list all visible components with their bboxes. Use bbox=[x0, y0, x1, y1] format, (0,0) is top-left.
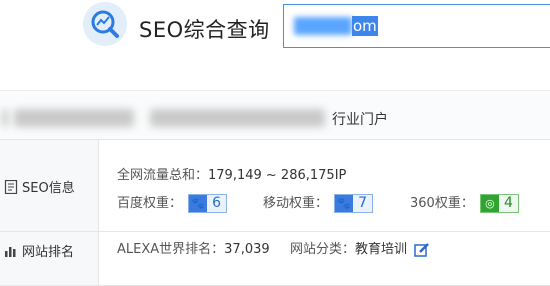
alexa-rank-value: 37,039 bbox=[224, 242, 270, 257]
bar-chart-icon bbox=[5, 246, 16, 257]
total-traffic-value: 179,149 ~ 286,175IP bbox=[208, 168, 347, 183]
site-title-suffix: 行业门户 bbox=[332, 112, 388, 128]
alexa-rank-label: ALEXA世界排名： bbox=[117, 242, 225, 257]
redacted-title-part bbox=[14, 109, 134, 127]
baidu-paw-icon: 🐾 bbox=[189, 195, 208, 212]
seo-info-label-text: SEO信息 bbox=[22, 181, 75, 196]
mobile-weight-badge[interactable]: 🐾 7 bbox=[334, 194, 374, 213]
chart-magnifier-icon[interactable] bbox=[83, 2, 127, 46]
redacted-domain bbox=[294, 17, 352, 35]
baidu-weight: 百度权重： 🐾 6 bbox=[117, 192, 228, 213]
document-icon bbox=[4, 179, 18, 194]
site-category: 网站分类：教育培训 bbox=[290, 238, 430, 258]
alexa-rank: ALEXA世界排名：37,039 bbox=[117, 238, 270, 257]
mobile-weight-value: 7 bbox=[358, 195, 368, 211]
mobile-weight-label: 移动权重： bbox=[263, 196, 329, 211]
header-bar: SEO综合查询 om bbox=[0, 0, 550, 91]
edit-icon[interactable] bbox=[414, 242, 430, 258]
domain-search-input[interactable]: om bbox=[283, 4, 550, 48]
so360-weight-label: 360权重： bbox=[410, 196, 474, 211]
domain-suffix-text: om bbox=[352, 16, 378, 36]
baidu-weight-label: 百度权重： bbox=[117, 196, 183, 211]
baidu-weight-badge[interactable]: 🐾 6 bbox=[188, 194, 228, 213]
ranking-label: 网站排名 bbox=[4, 241, 74, 260]
redacted-title-part bbox=[2, 109, 8, 127]
mobile-paw-icon: 🐾 bbox=[335, 195, 354, 212]
brand-title[interactable]: SEO综合查询 bbox=[139, 14, 270, 44]
so360-weight-value: 4 bbox=[503, 195, 513, 211]
site-title-bar: 行业门户 bbox=[0, 91, 550, 140]
site-category-label: 网站分类： bbox=[290, 242, 356, 257]
seo-info-label: SEO信息 bbox=[4, 177, 75, 196]
total-traffic: 全网流量总和：179,149 ~ 286,175IP bbox=[117, 164, 346, 183]
baidu-weight-value: 6 bbox=[212, 195, 222, 211]
so360-weight-badge[interactable]: ◎ 4 bbox=[479, 194, 519, 213]
redacted-title-part bbox=[150, 109, 325, 127]
mobile-weight: 移动权重： 🐾 7 bbox=[263, 192, 374, 213]
site-category-value: 教育培训 bbox=[355, 242, 408, 257]
ranking-label-text: 网站排名 bbox=[22, 245, 75, 260]
so360-weight: 360权重： ◎ 4 bbox=[410, 192, 519, 213]
total-traffic-label: 全网流量总和： bbox=[117, 168, 209, 183]
so360-logo-icon: ◎ bbox=[480, 195, 499, 212]
